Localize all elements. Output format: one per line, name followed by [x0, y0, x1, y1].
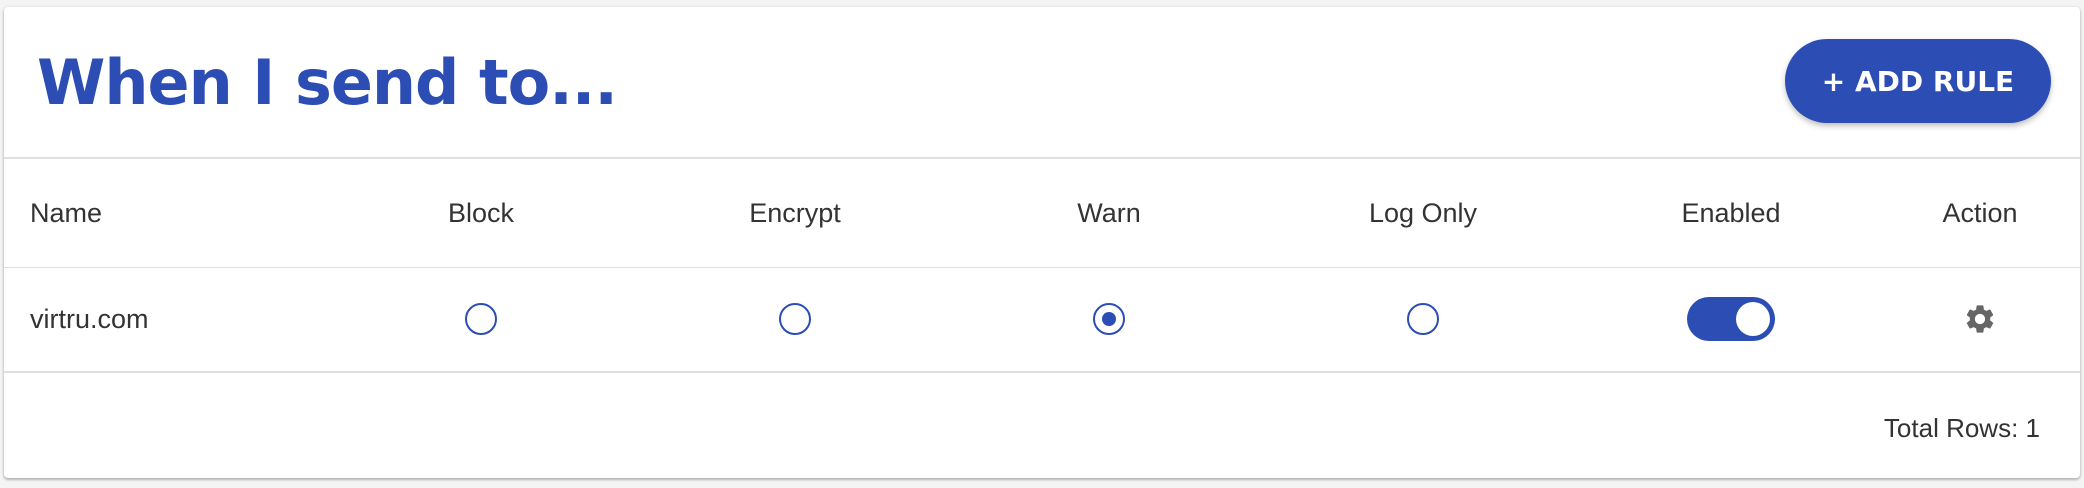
total-rows-label: Total Rows: 1 — [1883, 413, 2040, 443]
column-header-name: Name — [30, 197, 103, 228]
rules-table: Name Block Encrypt Warn Log Only Enabled… — [4, 157, 2080, 478]
rule-name: virtru.com — [30, 303, 149, 334]
log-only-radio[interactable] — [1407, 303, 1439, 335]
gear-icon[interactable] — [1963, 302, 1997, 336]
column-header-log-only: Log Only — [1368, 197, 1478, 228]
enabled-toggle[interactable] — [1687, 297, 1775, 341]
column-header-block: Block — [447, 197, 515, 228]
block-cell — [381, 267, 581, 371]
card-header: When I send to... + ADD RULE — [4, 7, 2080, 157]
column-header-enabled: Enabled — [1681, 197, 1781, 228]
column-header-warn: Warn — [1077, 197, 1141, 228]
toggle-knob — [1736, 302, 1770, 336]
encrypt-radio[interactable] — [779, 303, 811, 335]
table-header-row: Name Block Encrypt Warn Log Only Enabled… — [4, 159, 2080, 268]
column-header-encrypt: Encrypt — [749, 197, 841, 228]
table-footer: Total Rows: 1 — [4, 373, 2080, 478]
warn-radio[interactable] — [1093, 303, 1125, 335]
log-only-cell — [1323, 267, 1523, 371]
action-cell — [1880, 267, 2080, 371]
add-rule-button[interactable]: + ADD RULE — [1785, 39, 2051, 123]
page-title: When I send to... — [37, 46, 618, 119]
table-row: virtru.com — [4, 267, 2080, 373]
column-header-action: Action — [1942, 197, 2018, 228]
encrypt-cell — [695, 267, 895, 371]
page-background: When I send to... + ADD RULE Name Block … — [0, 0, 2084, 488]
rules-card: When I send to... + ADD RULE Name Block … — [4, 7, 2080, 478]
enabled-cell — [1631, 267, 1831, 371]
warn-cell — [1009, 267, 1209, 371]
block-radio[interactable] — [465, 303, 497, 335]
